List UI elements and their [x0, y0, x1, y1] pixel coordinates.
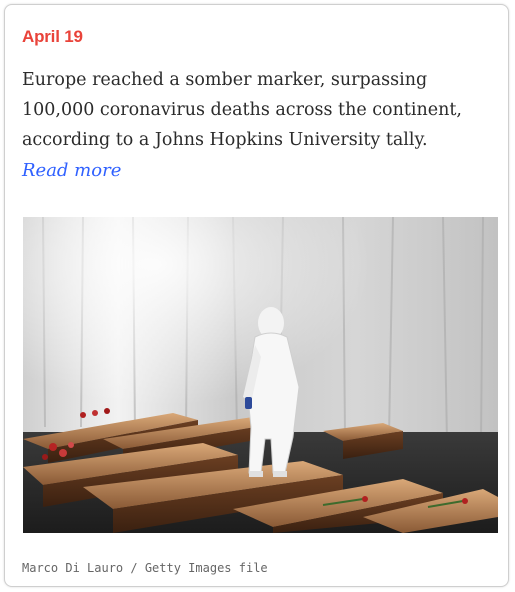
update-date: April 19: [22, 27, 83, 46]
photo-credit: Marco Di Lauro / Getty Images file: [22, 561, 268, 575]
news-photo[interactable]: [23, 217, 498, 533]
photo-illustration: [23, 217, 498, 533]
live-update-card: April 19 Europe reached a somber marker,…: [4, 4, 509, 587]
update-body: Europe reached a somber marker, surpassi…: [22, 70, 462, 150]
read-more-link[interactable]: Read more: [22, 156, 121, 186]
